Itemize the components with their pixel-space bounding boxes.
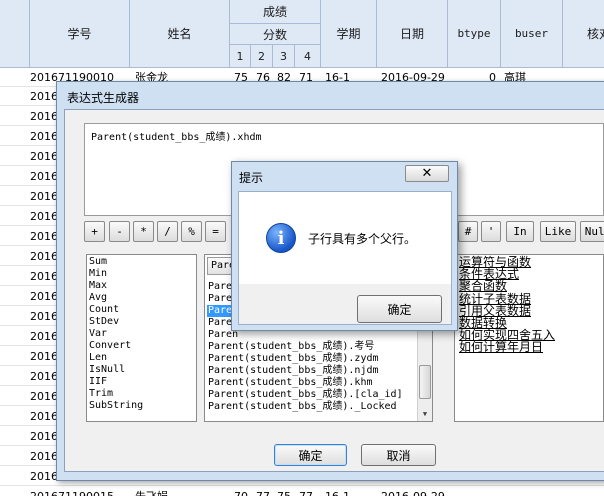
list-item[interactable]: IsNull — [89, 364, 194, 376]
col-header-xh[interactable]: 学号 — [30, 0, 130, 68]
list-item[interactable]: 统计子表数据 — [459, 292, 599, 304]
message-text: 子行具有多个父行。 — [308, 232, 417, 246]
cell-xq: 16-1 — [325, 487, 350, 496]
operator-button[interactable]: In — [506, 221, 534, 242]
col-header-cj[interactable]: 成绩 — [230, 0, 321, 24]
col-header-btype[interactable]: btype — [448, 0, 501, 68]
col-header-f1[interactable]: 1 — [230, 45, 251, 68]
operator-button[interactable]: Like — [540, 221, 576, 242]
message-dialog[interactable]: 提示 ✕ i 子行具有多个父行。 确定 — [231, 161, 458, 331]
list-item[interactable]: Avg — [89, 292, 194, 304]
cell-s4: 77 — [299, 487, 313, 496]
list-item[interactable]: Parent(student_bbs_成绩).njdm — [207, 365, 419, 377]
cell-s1: 70 — [234, 487, 248, 496]
col-header-xm[interactable]: 姓名 — [130, 0, 230, 68]
list-item[interactable]: IIF — [89, 376, 194, 388]
operator-button[interactable]: + — [84, 221, 105, 242]
col-header-rq[interactable]: 日期 — [377, 0, 448, 68]
help-topics-list[interactable]: 运算符与函数 条件表达式 聚合函数 统计子表数据 引用父表数据 数据转换 如何实现四舍五入如… — [454, 254, 604, 422]
cell-s3: 75 — [277, 487, 291, 496]
message-dialog-body: i 子行具有多个父行。 确定 — [238, 191, 452, 325]
operator-button[interactable]: # — [458, 221, 478, 242]
list-item[interactable]: Var — [89, 328, 194, 340]
list-item[interactable]: Parent(student_bbs_成绩)._Locked — [207, 401, 419, 413]
list-item[interactable]: Sum — [89, 256, 194, 268]
cell-s2: 77 — [256, 487, 270, 496]
operator-button[interactable]: ' — [481, 221, 501, 242]
cell-rq: 2016-09-29 — [381, 487, 445, 496]
scroll-down-arrow-icon[interactable]: ▼ — [418, 407, 432, 421]
operator-button[interactable]: = — [205, 221, 226, 242]
message-area: i 子行具有多个父行。 — [239, 192, 451, 284]
cell-xm: 朱飞娟 — [135, 487, 168, 496]
list-item[interactable]: Min — [89, 268, 194, 280]
expression-text: Parent(student_bbs_成绩).xhdm — [91, 132, 262, 143]
list-item[interactable]: Parent(student_bbs_成绩).考号 — [207, 341, 419, 353]
operator-button[interactable]: / — [157, 221, 178, 242]
col-header-xq[interactable]: 学期 — [321, 0, 377, 68]
message-ok-button[interactable]: 确定 — [357, 295, 442, 323]
list-item[interactable]: 如何计算年月日 — [459, 341, 599, 353]
col-header-buser[interactable]: buser — [501, 0, 563, 68]
expression-ok-button[interactable]: 确定 — [274, 444, 347, 466]
close-icon[interactable]: ✕ — [405, 165, 449, 182]
list-item[interactable]: Parent(student_bbs_成绩).[cla_id] — [207, 389, 419, 401]
col-header-fs[interactable]: 分数 — [230, 24, 321, 45]
info-icon: i — [266, 223, 296, 253]
list-item[interactable]: 聚合函数 — [459, 280, 599, 292]
row-header-corner — [0, 0, 30, 68]
list-item[interactable]: Count — [89, 304, 194, 316]
col-header-f4[interactable]: 4 — [295, 45, 321, 68]
message-dialog-title: 提示 — [239, 171, 264, 185]
operator-button[interactable]: * — [133, 221, 154, 242]
table-row[interactable]: 201671190015 朱飞娟 70 77 75 77 16-1 2016-0… — [0, 487, 604, 496]
operator-button[interactable]: % — [181, 221, 202, 242]
expression-builder-title: 表达式生成器 — [67, 91, 140, 105]
scrollbar-thumb[interactable] — [419, 365, 431, 399]
list-item[interactable]: Parent(student_bbs_成绩).khm — [207, 377, 419, 389]
col-header-kh[interactable]: 核对 — [563, 0, 604, 68]
expression-cancel-button[interactable]: 取消 — [361, 444, 436, 466]
col-header-f2[interactable]: 2 — [251, 45, 273, 68]
list-item[interactable]: Convert — [89, 340, 194, 352]
list-item[interactable]: Len — [89, 352, 194, 364]
col-header-f3[interactable]: 3 — [273, 45, 295, 68]
list-item[interactable]: Max — [89, 280, 194, 292]
list-item[interactable]: Trim — [89, 388, 194, 400]
cell-xh: 201671190015 — [30, 487, 114, 496]
operator-button[interactable]: Null — [580, 221, 604, 242]
list-item[interactable]: StDev — [89, 316, 194, 328]
operator-button[interactable]: - — [109, 221, 130, 242]
list-item[interactable]: Parent(student_bbs_成绩).zydm — [207, 353, 419, 365]
function-list[interactable]: Sum Min Max Avg Count StDev Var Convert Len IsNul… — [86, 254, 197, 422]
list-item[interactable]: SubString — [89, 400, 194, 412]
